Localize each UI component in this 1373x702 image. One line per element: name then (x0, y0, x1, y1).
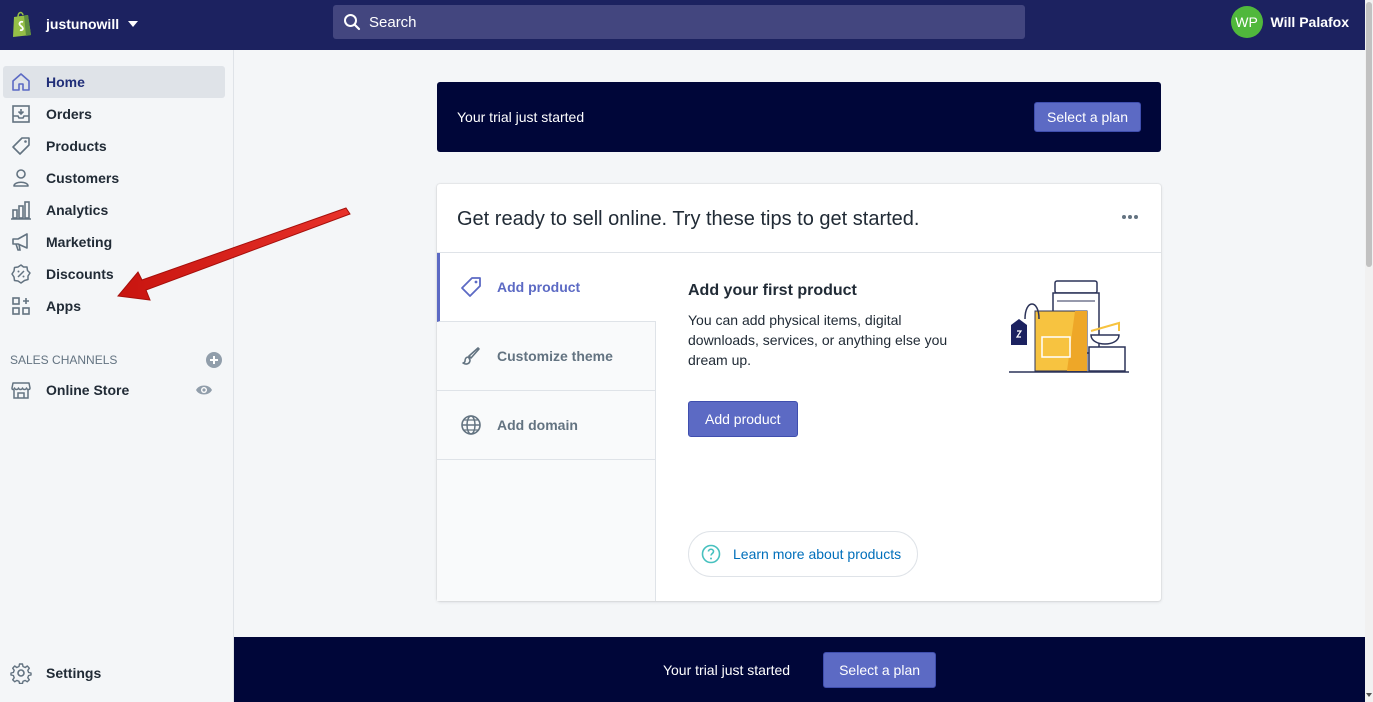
sidebar-item-label: Customers (46, 170, 120, 186)
eye-icon[interactable] (195, 383, 213, 397)
shopify-bag-icon (13, 11, 31, 37)
help-circle-icon (701, 544, 721, 564)
trial-footer-bar: Your trial just started Select a plan (234, 637, 1365, 702)
scroll-down-arrow-icon[interactable] (1365, 690, 1373, 700)
tag-icon (461, 277, 481, 297)
sidebar-item-label: Marketing (46, 234, 113, 250)
sidebar-item-home[interactable]: Home (3, 66, 225, 98)
store-icon (11, 382, 31, 399)
brush-icon (462, 347, 480, 365)
search-icon (344, 14, 361, 31)
tab-add-product[interactable]: Add product (437, 253, 656, 322)
user-menu[interactable]: WP Will Palafox (1230, 5, 1349, 39)
sales-channels-label: SALES CHANNELS (10, 353, 118, 367)
add-product-button[interactable]: Add product (688, 401, 798, 437)
sidebar-item-label: Online Store (46, 382, 130, 398)
sidebar-item-orders[interactable]: Orders (3, 98, 225, 130)
tab-label: Add domain (497, 417, 578, 433)
sidebar: Home Orders Products Customers Analytics (0, 50, 234, 702)
trial-footer-text: Your trial just started (662, 661, 791, 678)
pane-title: Add your first product (688, 282, 857, 299)
tab-add-domain[interactable]: Add domain (437, 391, 656, 460)
sales-channels-heading: SALES CHANNELS (10, 352, 222, 368)
apps-icon (12, 297, 30, 315)
learn-more-label: Learn more about products (733, 546, 902, 562)
select-plan-button[interactable]: Select a plan (1034, 102, 1141, 132)
sidebar-item-customers[interactable]: Customers (3, 162, 225, 194)
search-input[interactable]: Search (333, 5, 1025, 39)
sidebar-item-label: Discounts (46, 266, 114, 282)
get-started-card: Get ready to sell online. Try these tips… (437, 184, 1161, 601)
sidebar-item-label: Products (46, 138, 107, 154)
product-illustration (1009, 280, 1129, 373)
tips-tab-list: Add product Customize theme Add domain (437, 253, 656, 601)
orders-icon (12, 105, 30, 123)
top-bar: justunowill Search WP Will Palafox (0, 0, 1365, 50)
sidebar-item-online-store[interactable]: Online Store (3, 374, 225, 406)
home-icon (12, 73, 30, 91)
scrollbar-thumb[interactable] (1366, 2, 1372, 267)
tab-customize-theme[interactable]: Customize theme (437, 322, 656, 391)
add-channel-plus-icon[interactable] (206, 352, 222, 368)
pane-description: You can add physical items, digital down… (688, 312, 948, 368)
user-name: Will Palafox (1270, 14, 1349, 30)
learn-more-link[interactable]: Learn more about products (688, 531, 919, 577)
globe-icon (461, 415, 481, 435)
megaphone-icon (12, 233, 28, 251)
sidebar-item-settings[interactable]: Settings (3, 657, 225, 689)
sidebar-item-label: Apps (46, 298, 81, 314)
chevron-down-icon (128, 21, 139, 27)
sidebar-item-label: Orders (46, 106, 92, 122)
sidebar-item-products[interactable]: Products (3, 130, 225, 162)
avatar: WP (1230, 6, 1263, 38)
card-header: Get ready to sell online. Try these tips… (437, 184, 1161, 253)
bar-chart-icon (11, 201, 31, 220)
discount-icon (11, 264, 31, 284)
store-switcher[interactable]: justunowill (10, 10, 139, 38)
person-icon (13, 169, 29, 187)
search-placeholder: Search (369, 13, 417, 31)
sidebar-item-label: Settings (46, 665, 102, 681)
tab-label: Customize theme (497, 348, 613, 364)
page-scrollbar[interactable] (1365, 0, 1373, 702)
sidebar-item-label: Analytics (46, 202, 109, 218)
footer-select-plan-button[interactable]: Select a plan (823, 651, 937, 688)
store-name: justunowill (46, 16, 120, 32)
red-annotation-arrow-icon (117, 207, 351, 301)
trial-banner: Your trial just started Select a plan (437, 82, 1161, 152)
tab-label: Add product (497, 279, 581, 295)
gear-icon (10, 663, 32, 684)
sidebar-item-label: Home (46, 74, 85, 90)
tag-icon (12, 137, 30, 155)
card-title: Get ready to sell online. Try these tips… (457, 208, 920, 230)
more-options-icon[interactable] (1121, 214, 1139, 220)
trial-banner-text: Your trial just started (457, 109, 585, 125)
